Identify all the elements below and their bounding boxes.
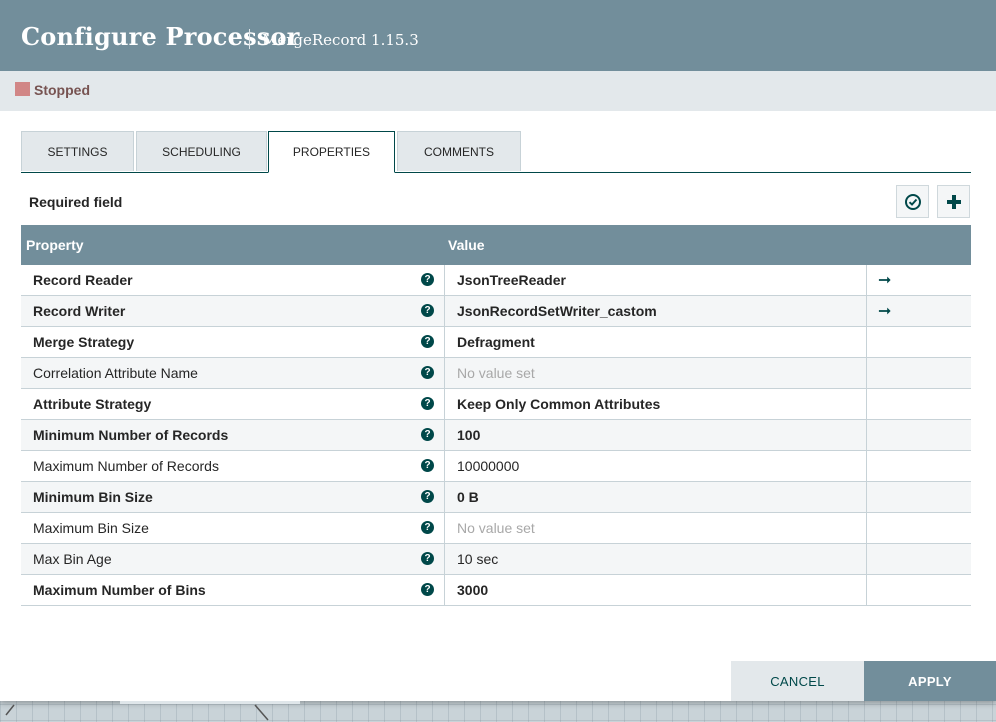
property-name: Minimum Bin Size xyxy=(33,489,153,505)
table-row[interactable]: Record Writer ? JsonRecordSetWriter_cast… xyxy=(21,296,971,327)
property-value[interactable]: No value set xyxy=(457,520,535,536)
table-row[interactable]: Attribute Strategy ? Keep Only Common At… xyxy=(21,389,971,420)
add-property-button[interactable] xyxy=(937,185,970,218)
property-value[interactable]: 100 xyxy=(457,427,480,443)
property-value[interactable]: 10000000 xyxy=(457,458,519,474)
properties-table: Property Value Record Reader ? JsonTreeR… xyxy=(21,225,971,606)
table-row[interactable]: Minimum Number of Records ? 100 xyxy=(21,420,971,451)
apply-button[interactable]: APPLY xyxy=(864,661,996,701)
property-name: Merge Strategy xyxy=(33,334,135,350)
column-header-property: Property xyxy=(26,237,84,253)
table-row[interactable]: Correlation Attribute Name ? No value se… xyxy=(21,358,971,389)
dialog-header: Configure Processor MergeRecord 1.15.3 xyxy=(0,0,996,71)
table-header: Property Value xyxy=(21,225,971,265)
run-status: Stopped xyxy=(34,82,90,98)
property-name: Correlation Attribute Name xyxy=(33,365,198,381)
help-icon[interactable]: ? xyxy=(421,335,434,348)
table-row[interactable]: Maximum Number of Records ? 10000000 xyxy=(21,451,971,482)
tab-bar: SETTINGS SCHEDULING PROPERTIES COMMENTS xyxy=(21,131,971,173)
property-value[interactable]: Keep Only Common Attributes xyxy=(457,396,660,412)
cancel-button[interactable]: CANCEL xyxy=(731,661,864,701)
table-row[interactable]: Maximum Number of Bins ? 3000 xyxy=(21,575,971,606)
table-row[interactable]: Max Bin Age ? 10 sec xyxy=(21,544,971,575)
stopped-icon xyxy=(15,82,30,96)
processor-type: MergeRecord 1.15.3 xyxy=(262,31,419,49)
dialog-title: Configure Processor xyxy=(21,22,300,51)
tab-scheduling[interactable]: SCHEDULING xyxy=(136,131,267,171)
help-icon[interactable]: ? xyxy=(421,397,434,410)
property-name: Maximum Number of Bins xyxy=(33,582,206,598)
title-separator xyxy=(249,29,250,49)
help-icon[interactable]: ? xyxy=(421,366,434,379)
property-value[interactable]: 0 B xyxy=(457,489,479,505)
tab-properties[interactable]: PROPERTIES xyxy=(268,131,395,173)
help-icon[interactable]: ? xyxy=(421,304,434,317)
help-icon[interactable]: ? xyxy=(421,521,434,534)
go-to-service-icon[interactable]: ➞ xyxy=(878,270,891,290)
table-row[interactable]: Maximum Bin Size ? No value set xyxy=(21,513,971,544)
property-name: Max Bin Age xyxy=(33,551,112,567)
property-name: Maximum Bin Size xyxy=(33,520,149,536)
property-name: Record Writer xyxy=(33,303,126,319)
check-circle-icon xyxy=(904,193,921,210)
property-name: Attribute Strategy xyxy=(33,396,152,412)
property-name: Record Reader xyxy=(33,272,133,288)
property-name: Maximum Number of Records xyxy=(33,458,219,474)
verify-properties-button[interactable] xyxy=(896,185,929,218)
help-icon[interactable]: ? xyxy=(421,490,434,503)
help-icon[interactable]: ? xyxy=(421,273,434,286)
help-icon[interactable]: ? xyxy=(421,428,434,441)
status-bar: Stopped xyxy=(0,71,996,111)
table-row[interactable]: Record Reader ? JsonTreeReader ➞ xyxy=(21,265,971,296)
property-name: Minimum Number of Records xyxy=(33,427,229,443)
property-value[interactable]: 10 sec xyxy=(457,551,498,567)
tab-comments[interactable]: COMMENTS xyxy=(397,131,521,171)
property-value[interactable]: JsonTreeReader xyxy=(457,272,566,288)
tab-settings[interactable]: SETTINGS xyxy=(21,131,134,171)
required-field-label: Required field xyxy=(29,194,123,210)
property-value[interactable]: 3000 xyxy=(457,582,488,598)
canvas-connection-arrows xyxy=(5,701,300,721)
column-header-value: Value xyxy=(448,237,485,253)
help-icon[interactable]: ? xyxy=(421,459,434,472)
help-icon[interactable]: ? xyxy=(421,552,434,565)
property-value[interactable]: JsonRecordSetWriter_castom xyxy=(457,303,657,319)
property-value[interactable]: Defragment xyxy=(457,334,535,350)
plus-icon xyxy=(946,194,961,209)
configure-processor-dialog: Configure Processor MergeRecord 1.15.3 S… xyxy=(0,0,996,701)
help-icon[interactable]: ? xyxy=(421,583,434,596)
go-to-service-icon[interactable]: ➞ xyxy=(878,301,891,321)
table-row[interactable]: Minimum Bin Size ? 0 B xyxy=(21,482,971,513)
table-row[interactable]: Merge Strategy ? Defragment xyxy=(21,327,971,358)
property-value[interactable]: No value set xyxy=(457,365,535,381)
